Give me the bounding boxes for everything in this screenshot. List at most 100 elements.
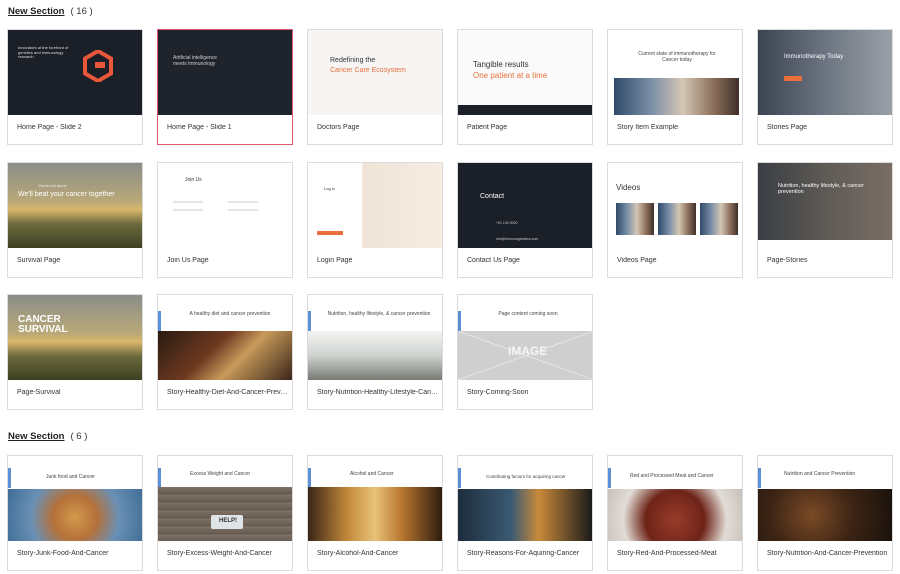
- page-card-red-meat[interactable]: Red and Processed Meat and Cancer Story-…: [607, 455, 743, 571]
- page-card-home-slide-1[interactable]: Artificial intelligence meets Immunology…: [157, 29, 293, 145]
- thumb-text: Page content coming soon: [498, 311, 558, 317]
- page-thumbnail: Innovators at the forefront of genetics …: [8, 30, 142, 115]
- page-card-login[interactable]: Log in Login Page: [307, 162, 443, 278]
- card-label: Videos Page: [617, 257, 657, 264]
- page-card-alcohol[interactable]: Alcohol and Cancer Story-Alcohol-And-Can…: [307, 455, 443, 571]
- card-label: Story Item Example: [617, 124, 679, 131]
- card-label: Story-Red-And-Processed-Meat: [617, 550, 717, 557]
- page-card-story-item[interactable]: Current state of immunotherapy for Cance…: [607, 29, 743, 145]
- page-thumbnail: Nutrition, healthy lifestyle, & cancer p…: [758, 163, 892, 248]
- thumb-text: Red and Processed Meat and Cancer: [630, 473, 714, 479]
- card-label: Story-Nutrition-Healthy-Lifestyle-Cancer…: [317, 389, 439, 396]
- thumb-text: Artificial intelligence meets Immunology: [173, 55, 217, 67]
- page-thumbnail: Join Us: [158, 163, 292, 248]
- page-card-patient[interactable]: Tangible results One patient at a time P…: [457, 29, 593, 145]
- thumb-text: A healthy diet and cancer prevention: [189, 311, 271, 317]
- thumb-title: Nutrition, healthy lifestyle, & cancer p…: [778, 183, 864, 196]
- page-thumbnail: Videos: [608, 163, 742, 248]
- card-label: Page-Stories: [767, 257, 808, 264]
- page-thumbnail: Junk food and Cancer: [8, 456, 142, 541]
- section-title-link[interactable]: New Section: [8, 431, 65, 442]
- thumb-title: We'll beat your cancer together: [18, 191, 115, 198]
- thumb-text: You're not alone: [38, 183, 67, 188]
- page-card-doctors[interactable]: Redefining the Cancer Care Ecosystem Doc…: [307, 29, 443, 145]
- page-thumbnail: You're not alone We'll beat your cancer …: [8, 163, 142, 248]
- card-label: Story-Healthy-Diet-And-Cancer-Prevention: [167, 389, 289, 396]
- page-card-videos[interactable]: Videos Videos Page: [607, 162, 743, 278]
- page-card-junk-food[interactable]: Junk food and Cancer Story-Junk-Food-And…: [7, 455, 143, 571]
- page-card-survival[interactable]: You're not alone We'll beat your cancer …: [7, 162, 143, 278]
- page-card-healthy-diet[interactable]: A healthy diet and cancer prevention Sto…: [157, 294, 293, 410]
- page-thumbnail: Redefining the Cancer Care Ecosystem: [308, 30, 442, 115]
- thumb-title: CANCER SURVIVAL: [18, 314, 68, 335]
- card-label: Join Us Page: [167, 257, 209, 264]
- section-count: ( 16 ): [70, 6, 93, 17]
- page-thumbnail: Page content coming soon IMAGE: [458, 295, 592, 380]
- card-label: Story-Junk-Food-And-Cancer: [17, 550, 109, 557]
- thumb-title: Tangible results: [473, 60, 529, 69]
- page-thumbnail: Contributing factors for acquiring cance…: [458, 456, 592, 541]
- section-count: ( 6 ): [70, 431, 88, 442]
- thumb-accent: One patient at a time: [473, 71, 548, 80]
- card-label: Home Page - Slide 2: [17, 124, 82, 131]
- card-label: Contact Us Page: [467, 257, 520, 264]
- page-thumbnail: Excess Weight and Cancer HELP!: [158, 456, 292, 541]
- page-card-page-stories[interactable]: Nutrition, healthy lifestyle, & cancer p…: [757, 162, 893, 278]
- page-thumbnail: Current state of immunotherapy for Cance…: [608, 30, 742, 115]
- page-thumbnail: Red and Processed Meat and Cancer: [608, 456, 742, 541]
- page-thumbnail: Log in: [308, 163, 442, 248]
- page-card-excess-weight[interactable]: Excess Weight and Cancer HELP! Story-Exc…: [157, 455, 293, 571]
- card-label: Story-Excess-Weight-And-Cancer: [167, 550, 272, 557]
- thumb-text: Nutrition, healthy lifestyle, & cancer p…: [327, 311, 431, 317]
- page-card-coming-soon[interactable]: Page content coming soon IMAGE Story-Com…: [457, 294, 593, 410]
- hexagon-logo-icon: [83, 50, 113, 82]
- card-label: Patient Page: [467, 124, 508, 131]
- thumb-title: Log in: [324, 186, 335, 191]
- thumb-title: Contact: [480, 193, 505, 200]
- card-label: Story-Alcohol-And-Cancer: [317, 550, 399, 557]
- card-label: Page-Survival: [17, 389, 61, 396]
- page-thumbnail: Artificial intelligence meets Immunology: [158, 30, 292, 115]
- thumb-title: Join Us: [185, 177, 202, 183]
- thumb-text: Junk food and Cancer: [46, 474, 95, 480]
- thumb-text: Excess Weight and Cancer: [190, 471, 251, 477]
- page-card-page-survival[interactable]: CANCER SURVIVAL Page-Survival: [7, 294, 143, 410]
- page-thumbnail: A healthy diet and cancer prevention: [158, 295, 292, 380]
- page-thumbnail: Contact +01 134 0000 info@immunogenetics…: [458, 163, 592, 248]
- thumb-text: info@immunogenetics.com: [496, 237, 539, 241]
- card-label: Survival Page: [17, 257, 61, 264]
- page-thumbnail: Immunotherapy Today: [758, 30, 892, 115]
- section-header-1: New Section ( 16 ): [8, 6, 93, 17]
- thumb-text: Innovators at the forefront of genetics …: [18, 45, 69, 60]
- card-label: Story-Coming-Soon: [467, 389, 529, 396]
- page-card-home-slide-2[interactable]: Innovators at the forefront of genetics …: [7, 29, 143, 145]
- thumb-text: Current state of immunotherapy for Cance…: [638, 51, 716, 63]
- page-thumbnail: Nutrition, healthy lifestyle, & cancer p…: [308, 295, 442, 380]
- thumb-title: Immunotherapy Today: [784, 54, 844, 60]
- page-card-contact-us[interactable]: Contact +01 134 0000 info@immunogenetics…: [457, 162, 593, 278]
- card-label: Doctors Page: [317, 124, 360, 131]
- card-label: Stories Page: [767, 124, 808, 131]
- section-header-2: New Section ( 6 ): [8, 431, 87, 442]
- placeholder-text: IMAGE: [508, 344, 548, 358]
- page-card-join-us[interactable]: Join Us Join Us Page: [157, 162, 293, 278]
- page-thumbnail: Alcohol and Cancer: [308, 456, 442, 541]
- page-card-nutrition-prevention[interactable]: Nutrition and Cancer Prevention Story-Nu…: [757, 455, 893, 571]
- card-label: Story-Nutrition-And-Cancer-Prevention: [767, 550, 888, 557]
- page-card-reasons[interactable]: Contributing factors for acquiring cance…: [457, 455, 593, 571]
- card-label: Home Page - Slide 1: [167, 124, 232, 131]
- scale-display: HELP!: [219, 518, 237, 524]
- page-thumbnail: Tangible results One patient at a time: [458, 30, 592, 115]
- page-card-nutrition-lifestyle[interactable]: Nutrition, healthy lifestyle, & cancer p…: [307, 294, 443, 410]
- thumb-accent: Cancer Care Ecosystem: [330, 67, 406, 74]
- thumb-text: Contributing factors for acquiring cance…: [486, 474, 566, 479]
- page-card-stories[interactable]: Immunotherapy Today Stories Page: [757, 29, 893, 145]
- section-title-link[interactable]: New Section: [8, 6, 65, 17]
- card-label: Login Page: [317, 257, 353, 264]
- page-thumbnail: CANCER SURVIVAL: [8, 295, 142, 380]
- card-label: Story-Reasons-For-Aquiring-Cancer: [467, 550, 580, 557]
- thumb-title: Redefining the: [330, 57, 376, 64]
- page-thumbnail: Nutrition and Cancer Prevention: [758, 456, 892, 541]
- thumb-title: Videos: [616, 183, 641, 192]
- thumb-text: +01 134 0000: [496, 221, 518, 225]
